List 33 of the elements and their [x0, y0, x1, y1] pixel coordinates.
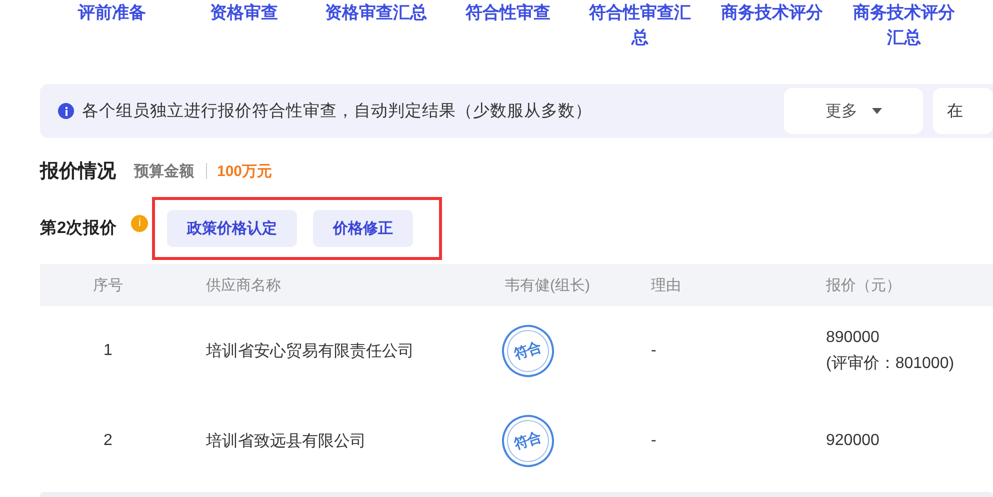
info-icon — [58, 103, 74, 119]
step-tab[interactable]: 资格审查 — [178, 0, 310, 60]
action-button[interactable]: 政策价格认定 — [167, 210, 298, 246]
step-tab[interactable]: 符合性审查 — [442, 0, 574, 60]
budget-label: 预算金额 — [134, 162, 194, 180]
table-cell-text: - — [650, 342, 658, 360]
info-badge: i — [131, 214, 148, 232]
column-header: 韦有健(组长) — [504, 276, 591, 294]
column-header: 供应商名称 — [205, 276, 282, 294]
column-header: 序号 — [92, 276, 124, 294]
review-price-text: (评审价：801000) — [826, 354, 956, 374]
table-cell-text: 培训省安心贸易有限责任公司 — [205, 342, 415, 362]
notice-text: 各个组员独立进行报价符合性审查，自动判定结果（少数服从多数） — [82, 101, 593, 122]
step-tab[interactable]: 评前准备 — [46, 0, 178, 60]
column-header: 报价（元） — [825, 276, 902, 294]
price-text: 890000 — [826, 328, 880, 348]
step-tab[interactable]: 商务技术评分 — [706, 0, 838, 60]
budget-value: 100万元 — [217, 162, 272, 180]
table-cell-text: 培训省致远县有限公司 — [205, 432, 367, 452]
table-cell-text: - — [650, 432, 658, 450]
step-tab[interactable]: 资格审查汇总 — [310, 0, 442, 60]
caret-icon — [872, 108, 882, 114]
column-header: 理由 — [650, 276, 682, 294]
step-tab[interactable]: 符合性审查汇总 — [574, 0, 706, 60]
step-tab[interactable]: 商务技术评分汇总 — [838, 0, 970, 60]
table-cell-text: 1 — [102, 342, 114, 360]
more-button[interactable]: 更多 — [784, 88, 923, 134]
section-title: 报价情况 — [40, 160, 116, 184]
action-button[interactable]: 在 — [933, 88, 993, 134]
round-label: 第2次报价 — [40, 218, 118, 239]
price-text: 920000 — [826, 431, 880, 451]
table-cell-text: 2 — [102, 432, 114, 450]
action-button[interactable]: 价格修正 — [313, 210, 414, 246]
